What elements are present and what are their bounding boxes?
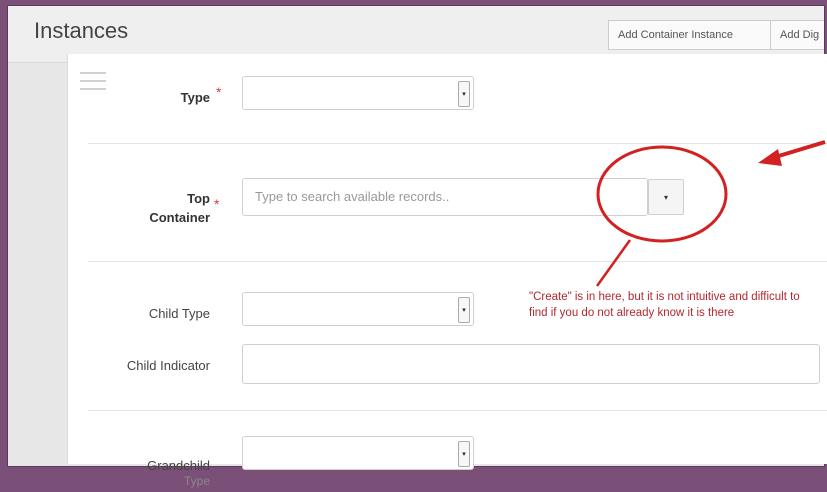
arrow-head-icon [758,149,782,166]
annotation-pointer-line [595,239,632,287]
annotation-overlay [595,140,826,287]
arrow-line [771,140,826,160]
annotation-note: "Create" is in here, but it is not intui… [529,291,800,319]
highlight-circle [596,145,728,243]
